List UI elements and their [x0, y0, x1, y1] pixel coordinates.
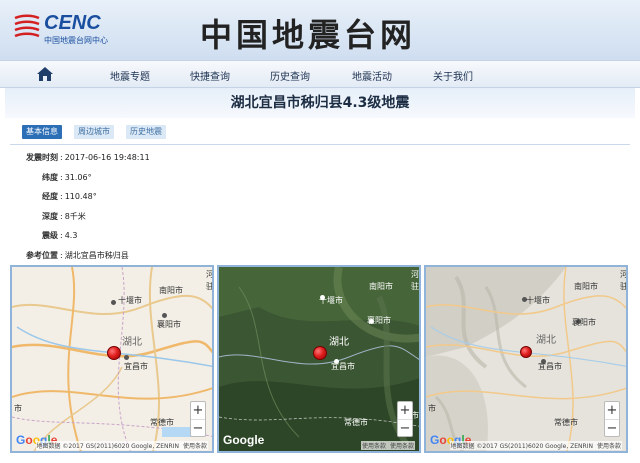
earthquake-marker-ter[interactable]	[520, 346, 532, 358]
time-label: 发震时刻	[26, 153, 58, 162]
cenc-logo[interactable]: CENC 中国地震台网中心	[12, 12, 132, 48]
zoom-control: + −	[190, 401, 206, 437]
tab-history-earthquakes[interactable]: 历史地震	[126, 125, 166, 139]
city-dot-yichang	[124, 355, 129, 360]
city-dot-shiyan	[111, 300, 116, 305]
nav-item-seismic-activity[interactable]: 地震活动	[352, 68, 392, 83]
terms-link-sat[interactable]: 使用条款	[390, 443, 414, 450]
time-value: 2017-06-16 19:48:11	[64, 153, 150, 162]
city-label-he-sat: 河	[411, 270, 419, 279]
city-label-changde-sat: 常德市	[344, 418, 368, 427]
city-label-xiangyang-sat: 襄阳市	[367, 316, 391, 325]
nav-item-history-search[interactable]: 历史查询	[270, 68, 310, 83]
city-label-zhu: 驻	[206, 282, 214, 291]
zoom-in-button-ter[interactable]: +	[605, 402, 619, 420]
earthquake-marker-sat[interactable]	[313, 346, 327, 360]
city-label-shiyan-ter: 十堰市	[526, 296, 550, 305]
map-attribution-sat: 使用条款 使用条款	[360, 441, 415, 450]
map-attribution-ter: 地图数据 ©2017 GS(2011)6020 Google, ZENRIN 使用…	[449, 441, 622, 450]
zoom-in-button-sat[interactable]: +	[398, 402, 412, 420]
terms-link-ter[interactable]: 使用条款	[597, 443, 621, 450]
earthquake-marker[interactable]	[107, 346, 121, 360]
road-map[interactable]: 南阳市 河 驻 十堰市 襄阳市 湖北 宜昌市 常德市 市 + − Google …	[10, 265, 214, 453]
lon-value: 110.48°	[64, 192, 97, 201]
google-logo-sat[interactable]: Google	[223, 433, 264, 447]
zoom-out-button-sat[interactable]: −	[398, 420, 412, 438]
info-reference: 参考位置: 湖北宜昌市秭归县	[18, 250, 129, 261]
event-title: 湖北宜昌市秭归县4.3级地震	[5, 88, 635, 118]
lat-label: 纬度	[42, 173, 58, 182]
city-label-nanyang: 南阳市	[159, 286, 183, 295]
province-label-hubei-ter: 湖北	[536, 335, 556, 346]
city-label-nanyang-sat: 南阳市	[369, 282, 393, 291]
city-label-he-ter: 河	[620, 270, 628, 279]
zoom-out-button[interactable]: −	[191, 420, 205, 438]
info-longitude: 经度:110.48°	[18, 191, 97, 202]
ref-label: 参考位置	[26, 251, 58, 260]
city-label-yichang: 宜昌市	[124, 362, 148, 371]
city-label-he: 河	[206, 270, 214, 279]
depth-value: 8千米	[64, 212, 86, 221]
zoom-control-sat: + −	[397, 401, 413, 437]
site-title: 中国地震台网	[200, 16, 417, 54]
city-label-yichang-sat: 宜昌市	[331, 362, 355, 371]
tab-nearby-cities[interactable]: 周边城市	[74, 125, 114, 139]
home-icon[interactable]	[36, 66, 54, 82]
info-depth: 深度:8千米	[18, 211, 86, 222]
info-time: 发震时刻:2017-06-16 19:48:11	[18, 152, 150, 163]
city-label-shi-ter: 市	[428, 404, 436, 413]
page: CENC 中国地震台网中心 中国地震台网 地震专题 快捷查询 历史查询 地震活动…	[0, 0, 640, 463]
info-latitude: 纬度:31.06°	[18, 172, 92, 183]
city-label-shiyan-sat: 十堰市	[319, 296, 343, 305]
main-nav: 地震专题 快捷查询 历史查询 地震活动 关于我们	[0, 60, 640, 88]
mag-label: 震级	[42, 231, 58, 240]
city-label-nanyang-ter: 南阳市	[574, 282, 598, 291]
lon-label: 经度	[42, 192, 58, 201]
terms-link[interactable]: 使用条款	[183, 443, 207, 450]
map-attribution: 地图数据 ©2017 GS(2011)6020 Google, ZENRIN 使用…	[35, 441, 208, 450]
zoom-in-button[interactable]: +	[191, 402, 205, 420]
satellite-map[interactable]: 南阳市 河 驻 十堰市 襄阳市 湖北 宜昌市 常德市 市 + − Google …	[217, 265, 421, 453]
ref-value: 湖北宜昌市秭归县	[64, 251, 129, 260]
terrain-map[interactable]: 南阳市 河 驻 十堰市 襄阳市 湖北 宜昌市 常德市 市 + − Google …	[424, 265, 628, 453]
info-magnitude: 震级:4.3	[18, 230, 77, 241]
city-label-zhu-ter: 驻	[620, 282, 628, 291]
nav-item-about-us[interactable]: 关于我们	[433, 68, 473, 83]
nav-item-quick-search[interactable]: 快捷查询	[190, 68, 230, 83]
city-label-yichang-ter: 宜昌市	[538, 362, 562, 371]
city-label-changde: 常德市	[150, 418, 174, 427]
zoom-control-ter: + −	[604, 401, 620, 437]
city-label-xiangyang-ter: 襄阳市	[572, 318, 596, 327]
zoom-out-button-ter[interactable]: −	[605, 420, 619, 438]
logo-subtitle: 中国地震台网中心	[44, 36, 108, 45]
city-label-shi: 市	[14, 404, 22, 413]
logo-text: CENC	[44, 12, 101, 34]
tab-basic-info[interactable]: 基本信息	[22, 125, 62, 139]
city-label-zhu-sat: 驻	[411, 282, 419, 291]
city-label-changde-ter: 常德市	[554, 418, 578, 427]
tab-divider	[10, 144, 630, 145]
city-label-xiangyang: 襄阳市	[157, 320, 181, 329]
nav-item-earthquake-topics[interactable]: 地震专题	[110, 68, 150, 83]
depth-label: 深度	[42, 212, 58, 221]
city-label-shiyan: 十堰市	[118, 296, 142, 305]
province-label-hubei: 湖北	[122, 337, 142, 348]
city-dot-xiangyang	[162, 313, 167, 318]
site-header: CENC 中国地震台网中心 中国地震台网	[0, 0, 640, 60]
province-label-hubei-sat: 湖北	[329, 337, 349, 348]
road-map-background	[12, 267, 212, 451]
cenc-logo-icon	[14, 14, 40, 38]
mag-value: 4.3	[64, 231, 78, 240]
lat-value: 31.06°	[64, 173, 92, 182]
